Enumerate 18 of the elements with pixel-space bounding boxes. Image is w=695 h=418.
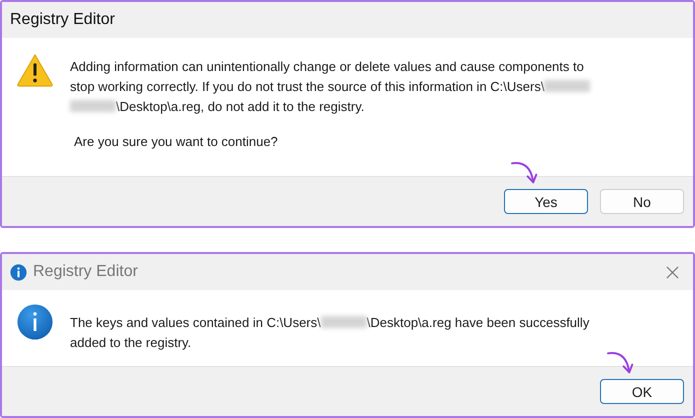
question-text: Are you sure you want to continue? — [74, 134, 279, 149]
dialog-button[interactable]: No — [600, 189, 684, 214]
window-title: Registry Editor — [10, 11, 115, 29]
message-text: Adding information can unintentionally change or delete values and cause components to — [70, 58, 584, 74]
window-title: Registry Editor — [33, 263, 138, 281]
close-icon[interactable] — [666, 266, 679, 278]
dialog-button[interactable]: OK — [600, 379, 684, 404]
message-text: stop working correctly. If you do not trust the source of this information in C:\Users\ — [70, 78, 544, 94]
message-text: \Desktop\a.reg have been successfully — [366, 314, 590, 330]
message-text: \Desktop\a.reg, do not add it to the registry. — [116, 98, 364, 114]
info-icon — [16, 304, 54, 340]
message-text: added to the registry. — [70, 334, 192, 350]
blurred-redaction — [70, 100, 116, 112]
warning-icon — [16, 52, 54, 88]
blurred-redaction — [544, 80, 590, 92]
message-text: The keys and values contained in C:\Users\ — [70, 314, 321, 330]
blurred-redaction — [320, 316, 367, 328]
dialog-button[interactable]: Yes — [504, 189, 588, 214]
